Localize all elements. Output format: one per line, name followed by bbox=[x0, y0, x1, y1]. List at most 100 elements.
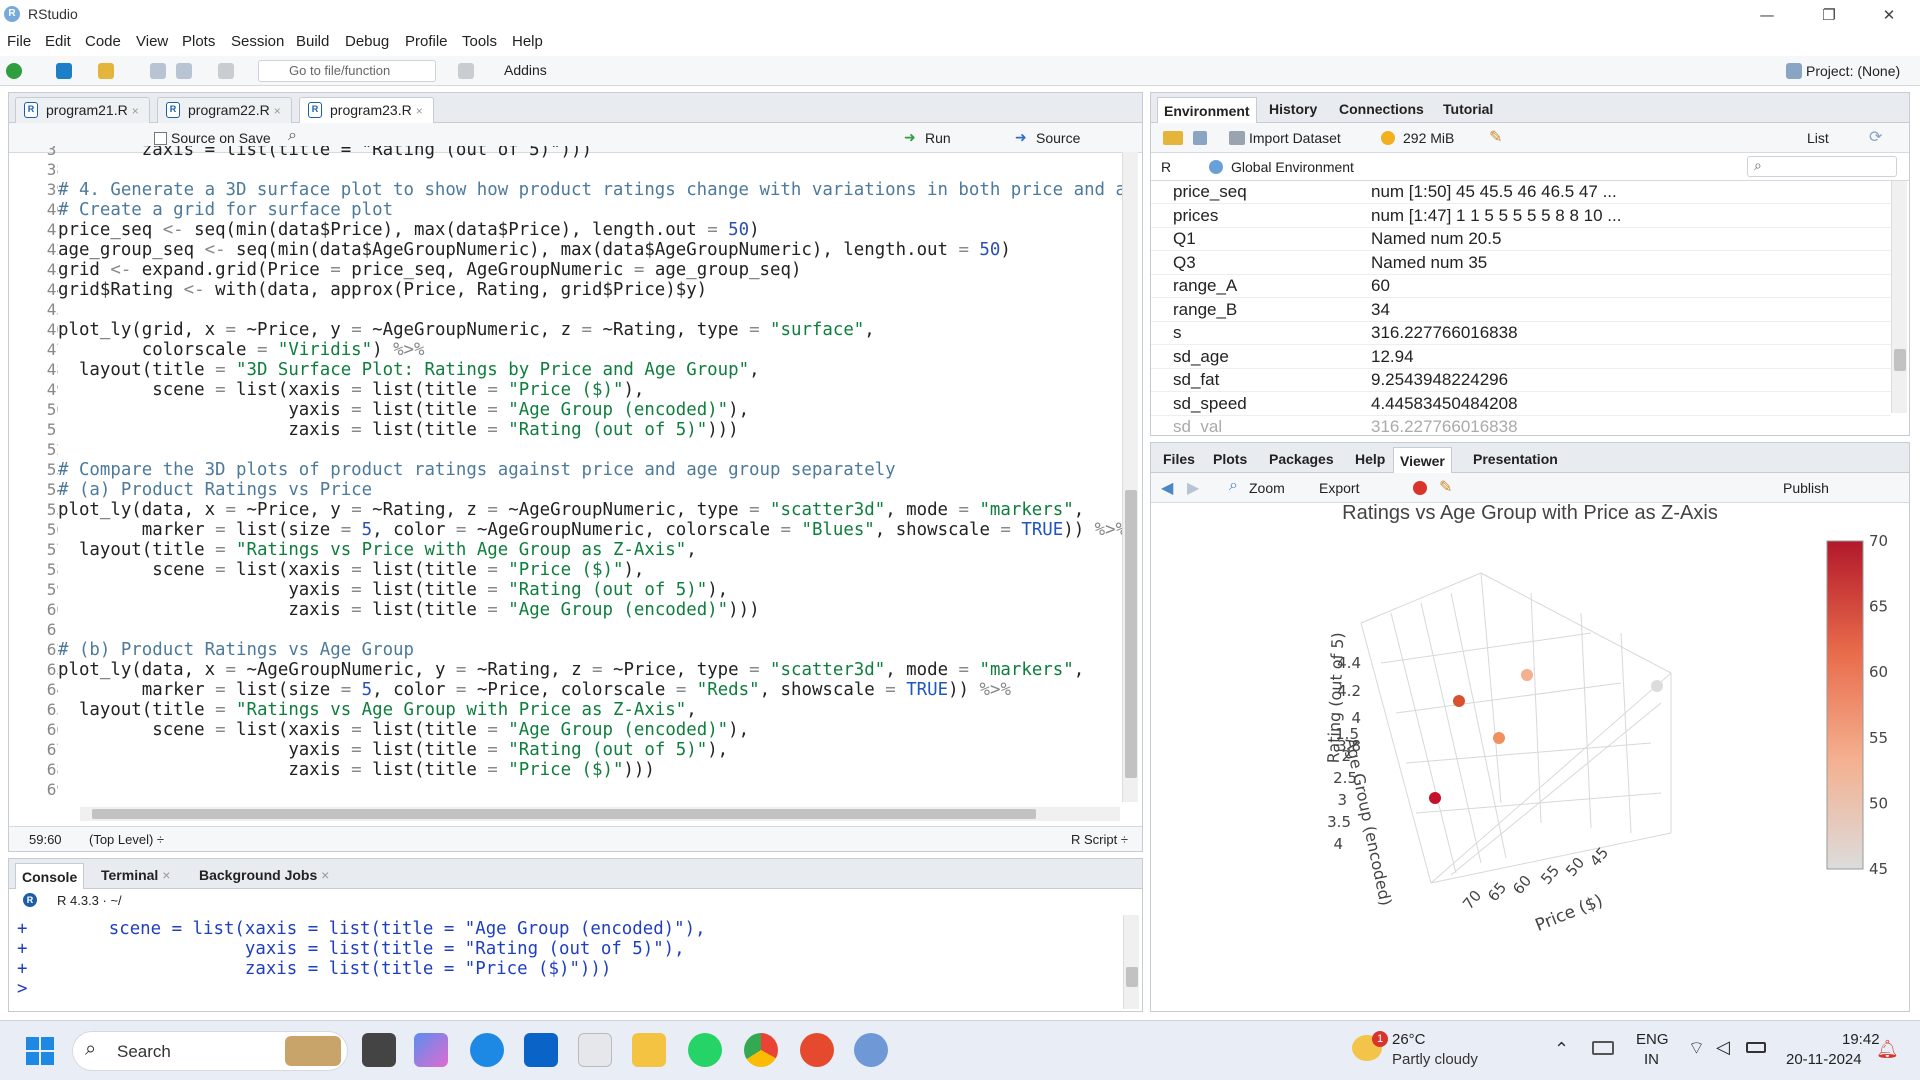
memory-usage[interactable]: 292 MiB bbox=[1403, 130, 1454, 146]
environment-search-input[interactable]: ⌕ bbox=[1747, 156, 1897, 177]
new-file-icon[interactable] bbox=[6, 63, 22, 79]
forward-arrow-icon[interactable]: ▶ bbox=[1187, 478, 1199, 498]
zoom-button[interactable]: Zoom bbox=[1249, 480, 1285, 496]
language-selector[interactable]: R bbox=[1161, 159, 1171, 175]
console-scrollbar[interactable] bbox=[1123, 915, 1139, 1009]
close-tab-icon[interactable]: × bbox=[274, 104, 281, 118]
scope-selector[interactable]: (Top Level) ÷ bbox=[89, 832, 164, 847]
environment-row[interactable]: Q1 Named num 20.5 bbox=[1151, 228, 1891, 251]
language-eng[interactable]: ENG bbox=[1636, 1031, 1669, 1048]
file-explorer-icon[interactable] bbox=[632, 1033, 666, 1067]
tab-tutorial[interactable]: Tutorial bbox=[1437, 99, 1499, 119]
broom-icon[interactable]: ✎ bbox=[1489, 127, 1502, 147]
menu-profile[interactable]: Profile bbox=[405, 33, 448, 50]
refresh-icon[interactable]: ⟳ bbox=[1869, 127, 1882, 147]
tab-console[interactable]: Console bbox=[15, 863, 85, 889]
environment-row[interactable]: sd_age 12.94 bbox=[1151, 346, 1891, 369]
save-all-icon[interactable] bbox=[176, 63, 192, 79]
clock-date[interactable]: 20-11-2024 bbox=[1786, 1051, 1862, 1068]
rstudio-taskbar-icon[interactable] bbox=[854, 1033, 888, 1067]
environment-row[interactable]: s 316.227766016838 bbox=[1151, 322, 1891, 345]
tab-presentation[interactable]: Presentation bbox=[1467, 449, 1564, 469]
environment-row[interactable]: price_seq num [1:50] 45 45.5 46 46.5 47 .… bbox=[1151, 181, 1891, 204]
console-output[interactable]: + scene = list(xaxis = list(title = "Age… bbox=[17, 919, 1117, 999]
new-project-icon[interactable] bbox=[56, 63, 72, 79]
save-icon[interactable] bbox=[150, 63, 166, 79]
project-menu[interactable]: Project: (None) bbox=[1806, 63, 1900, 79]
close-button[interactable]: ✕ bbox=[1866, 0, 1912, 30]
plot-area[interactable]: Ratings vs Age Group with Price as Z-Axi… bbox=[1151, 502, 1909, 1011]
console-scroll-thumb[interactable] bbox=[1126, 967, 1138, 987]
editor-hscroll-thumb[interactable] bbox=[92, 809, 1036, 819]
close-tab-icon[interactable]: × bbox=[162, 867, 170, 883]
chevron-up-icon[interactable]: ⌃ bbox=[1554, 1039, 1569, 1060]
environment-scrollbar[interactable] bbox=[1891, 181, 1907, 413]
environment-row[interactable]: range_B 34 bbox=[1151, 299, 1891, 322]
filetype-selector[interactable]: R Script ÷ bbox=[1071, 832, 1128, 847]
chrome-icon[interactable] bbox=[744, 1033, 778, 1067]
tab-program23[interactable]: R program23.R × bbox=[299, 97, 434, 124]
editor-hscrollbar[interactable] bbox=[80, 807, 1120, 821]
load-workspace-icon[interactable] bbox=[1163, 131, 1183, 145]
goto-file-input[interactable]: Go to file/function bbox=[258, 60, 436, 82]
tab-program22[interactable]: R program22.R × bbox=[157, 97, 292, 123]
editor-scroll-thumb[interactable] bbox=[1125, 490, 1137, 778]
menu-build[interactable]: Build bbox=[296, 33, 329, 50]
import-dataset-button[interactable]: Import Dataset bbox=[1249, 130, 1341, 146]
menu-debug[interactable]: Debug bbox=[345, 33, 389, 50]
scatter3d-plot[interactable]: Ratings vs Age Group with Price as Z-Axi… bbox=[1151, 502, 1909, 1011]
search-icon[interactable]: ⌕ bbox=[288, 127, 297, 145]
menu-help[interactable]: Help bbox=[512, 33, 543, 50]
source-on-save-checkbox[interactable] bbox=[154, 132, 167, 145]
close-tab-icon[interactable]: × bbox=[321, 867, 329, 883]
run-button[interactable]: Run bbox=[925, 130, 951, 146]
language-in[interactable]: IN bbox=[1644, 1051, 1659, 1068]
tab-terminal[interactable]: Terminal × bbox=[95, 865, 176, 885]
editor-scrollbar[interactable] bbox=[1122, 152, 1138, 802]
whatsapp-icon[interactable] bbox=[688, 1033, 722, 1067]
tab-plots[interactable]: Plots bbox=[1207, 449, 1253, 469]
menu-tools[interactable]: Tools bbox=[462, 33, 497, 50]
clear-viewer-icon[interactable] bbox=[1413, 481, 1427, 495]
network-off-icon[interactable] bbox=[1592, 1041, 1614, 1055]
back-arrow-icon[interactable]: ◀ bbox=[1161, 478, 1173, 498]
copilot-icon[interactable] bbox=[414, 1033, 448, 1067]
tab-program21[interactable]: R program21.R × bbox=[15, 97, 150, 123]
tab-history[interactable]: History bbox=[1263, 99, 1323, 119]
addins-menu[interactable]: Addins bbox=[504, 62, 547, 78]
close-tab-icon[interactable]: × bbox=[416, 104, 423, 118]
scope-selector[interactable]: Global Environment bbox=[1231, 159, 1354, 175]
environment-row[interactable]: range_A 60 bbox=[1151, 275, 1891, 298]
task-view-icon[interactable] bbox=[362, 1033, 396, 1067]
environment-row[interactable]: Q3 Named num 35 bbox=[1151, 252, 1891, 275]
broom-icon[interactable]: ✎ bbox=[1439, 477, 1452, 497]
tab-connections[interactable]: Connections bbox=[1333, 99, 1430, 119]
publish-button[interactable]: Publish bbox=[1783, 480, 1829, 496]
tab-files[interactable]: Files bbox=[1157, 449, 1201, 469]
tab-viewer[interactable]: Viewer bbox=[1393, 447, 1452, 473]
notification-bell-icon[interactable]: 🔔︎ bbox=[1876, 1039, 1899, 1060]
environment-row[interactable]: sd_speed 4.44583450484208 bbox=[1151, 393, 1891, 416]
menu-view[interactable]: View bbox=[136, 33, 168, 50]
tab-background-jobs[interactable]: Background Jobs × bbox=[193, 865, 335, 885]
wifi-icon[interactable]: ⌔ bbox=[1688, 1037, 1705, 1060]
layout-grid-icon[interactable] bbox=[458, 63, 474, 79]
list-view-selector[interactable]: List bbox=[1807, 130, 1829, 146]
source-button[interactable]: Source bbox=[1036, 130, 1080, 146]
maximize-button[interactable]: ❐ bbox=[1806, 0, 1852, 30]
taskbar-search[interactable]: ⌕ Search bbox=[72, 1031, 348, 1071]
minimize-button[interactable]: — bbox=[1744, 0, 1790, 30]
save-workspace-icon[interactable] bbox=[1193, 131, 1207, 145]
open-file-icon[interactable] bbox=[98, 63, 114, 79]
menu-code[interactable]: Code bbox=[85, 33, 121, 50]
battery-icon[interactable] bbox=[1746, 1042, 1766, 1053]
tab-help[interactable]: Help bbox=[1349, 449, 1391, 469]
menu-plots[interactable]: Plots bbox=[182, 33, 215, 50]
menu-session[interactable]: Session bbox=[231, 33, 284, 50]
tab-packages[interactable]: Packages bbox=[1263, 449, 1340, 469]
environment-row[interactable]: prices num [1:47] 1 1 5 5 5 5 5 8 8 10 ..… bbox=[1151, 205, 1891, 228]
windows-start-icon[interactable] bbox=[26, 1037, 54, 1065]
menu-edit[interactable]: Edit bbox=[45, 33, 71, 50]
edge-icon[interactable] bbox=[470, 1033, 504, 1067]
print-icon[interactable] bbox=[218, 63, 234, 79]
